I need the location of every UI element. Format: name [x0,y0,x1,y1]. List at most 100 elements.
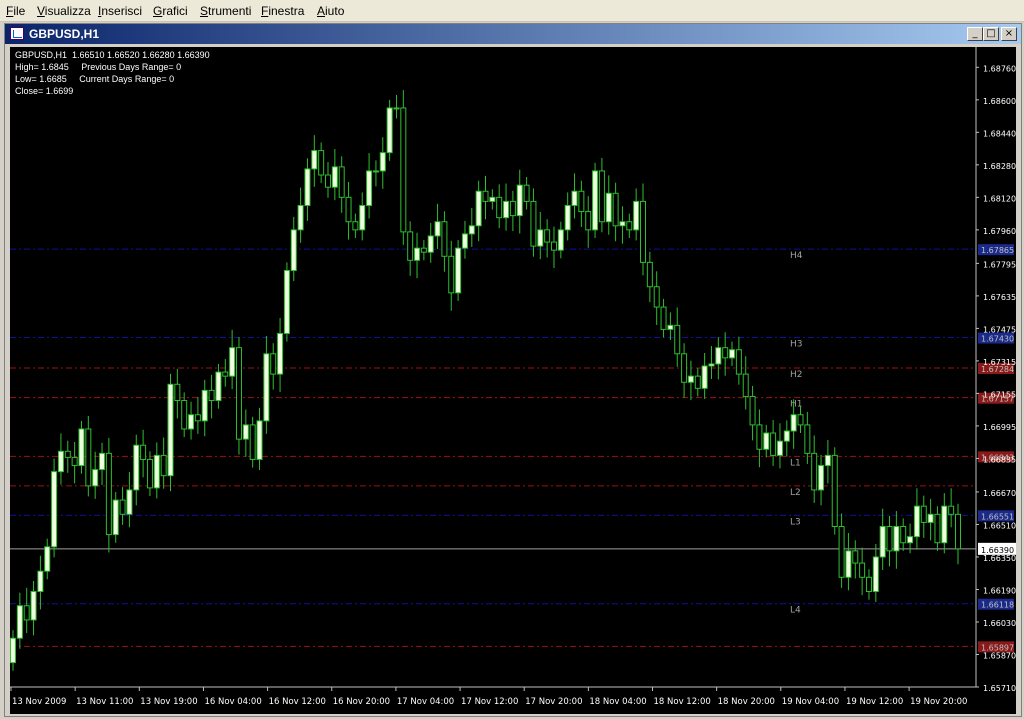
candle-body [99,452,106,471]
candle-body [955,513,961,550]
price-tick-label: 1.67155 [983,390,1016,399]
restore-button[interactable]: □ [983,27,999,41]
candle-body [640,200,646,263]
level-price-tag: 1.67430 [981,335,1014,344]
close-button[interactable]: × [1001,27,1017,41]
time-tick-label: 13 Nov 19:00 [140,697,197,707]
price-tick-label: 1.67960 [983,227,1016,236]
menu-finestra[interactable]: Finestra [261,4,304,18]
candle-body [941,505,948,544]
candle-body [277,332,284,375]
time-tick-label: 13 Nov 11:00 [76,697,133,707]
time-tick-label: 18 Nov 04:00 [589,697,646,707]
candle-body [893,525,900,552]
menu-aiuto[interactable]: Aiuto [317,4,344,18]
price-chart[interactable]: H4 1.67865 H3 1.67430 H2 1.67284 H1 1.67157 L1 1.… [10,47,1016,714]
candle-body [818,465,825,491]
candle-body [749,395,756,426]
time-tick-label: 19 Nov 04:00 [782,697,839,707]
candle-body [174,383,181,402]
candle-body [427,235,434,253]
candle-body [263,353,270,422]
candle-body [133,444,140,491]
chart-window-icon [10,27,24,40]
candle-body [852,550,859,564]
candle-body [516,184,523,217]
price-tick-label: 1.66995 [983,423,1016,432]
level-price-tag: 1.66118 [981,601,1014,610]
price-tick-label: 1.68440 [983,129,1016,138]
time-tick-label: 19 Nov 12:00 [846,697,903,707]
candle-body [927,513,934,523]
candle-body [571,190,578,206]
level-label: L4 [790,606,801,616]
candle-body [509,200,516,217]
candle-body [153,454,160,489]
candle-body [475,190,482,227]
candle-body [119,499,126,515]
menu-file[interactable]: File [6,4,25,18]
candle-body [776,440,783,456]
candle-body [865,576,872,593]
candle-body [235,347,242,440]
menu-inserisci[interactable]: Inserisci [98,4,142,18]
candle-body [318,150,325,176]
candle-body [352,221,359,231]
time-tick-label: 16 Nov 12:00 [269,697,326,707]
candle-body [537,229,544,247]
candle-body [701,365,708,389]
candle-body [879,525,886,558]
candle-body [742,373,749,397]
candle-body [393,107,400,110]
candle-body [482,190,489,202]
chart-window-titlebar[interactable]: GBPUSD,H1 _ □ × [5,24,1021,44]
price-tick-label: 1.66835 [983,455,1016,464]
candle-body [763,432,770,450]
candle-body [290,229,297,271]
level-label: L2 [790,488,801,498]
candle-body [783,430,790,442]
info-low: Low= 1.6685 Current Days Range= 0 [15,74,175,84]
candle-body [105,452,112,536]
candle-body [550,241,557,251]
candle-body [626,221,633,231]
price-tick-label: 1.68280 [983,162,1016,171]
candle-body [194,414,201,422]
candle-body [448,255,455,294]
candle-body [653,286,660,308]
candle-body [23,605,30,621]
menu-strumenti[interactable]: Strumenti [200,4,251,18]
minimize-button[interactable]: _ [967,27,983,41]
chart-canvas[interactable]: H41.67865H31.67430H21.67284H11.67157L11.… [10,47,1016,714]
candle-body [455,247,462,294]
time-tick-label: 18 Nov 20:00 [718,697,775,707]
candle-body [797,414,804,426]
chart-window-title: GBPUSD,H1 [29,27,100,41]
time-tick-label: 17 Nov 20:00 [525,697,582,707]
time-tick-label: 17 Nov 04:00 [397,697,454,707]
candle-body [564,204,571,231]
info-close: Close= 1.6699 [15,86,74,96]
candle-body [229,347,236,377]
candle-body [770,432,777,456]
price-tick-label: 1.67635 [983,293,1016,302]
candle-body [831,454,838,527]
price-tick-label: 1.67315 [983,358,1016,367]
candle-body [920,505,927,523]
candle-body [37,570,44,593]
time-tick-label: 13 Nov 2009 [12,697,66,707]
candle-body [496,196,503,219]
price-tick-label: 1.68760 [983,64,1016,73]
price-tick-label: 1.67475 [983,325,1016,334]
candle-body [256,420,263,460]
menu-grafici[interactable]: Grafici [153,4,188,18]
candle-body [824,454,831,467]
candle-body [140,444,147,460]
menu-visualizza[interactable]: Visualizza [37,4,91,18]
candle-body [578,190,585,213]
candle-body [366,170,373,206]
info-ohlc: GBPUSD,H1 1.66510 1.66520 1.66280 1.6639… [15,50,210,60]
candle-body [146,458,153,489]
candle-body [201,389,208,422]
candle-body [51,471,58,548]
